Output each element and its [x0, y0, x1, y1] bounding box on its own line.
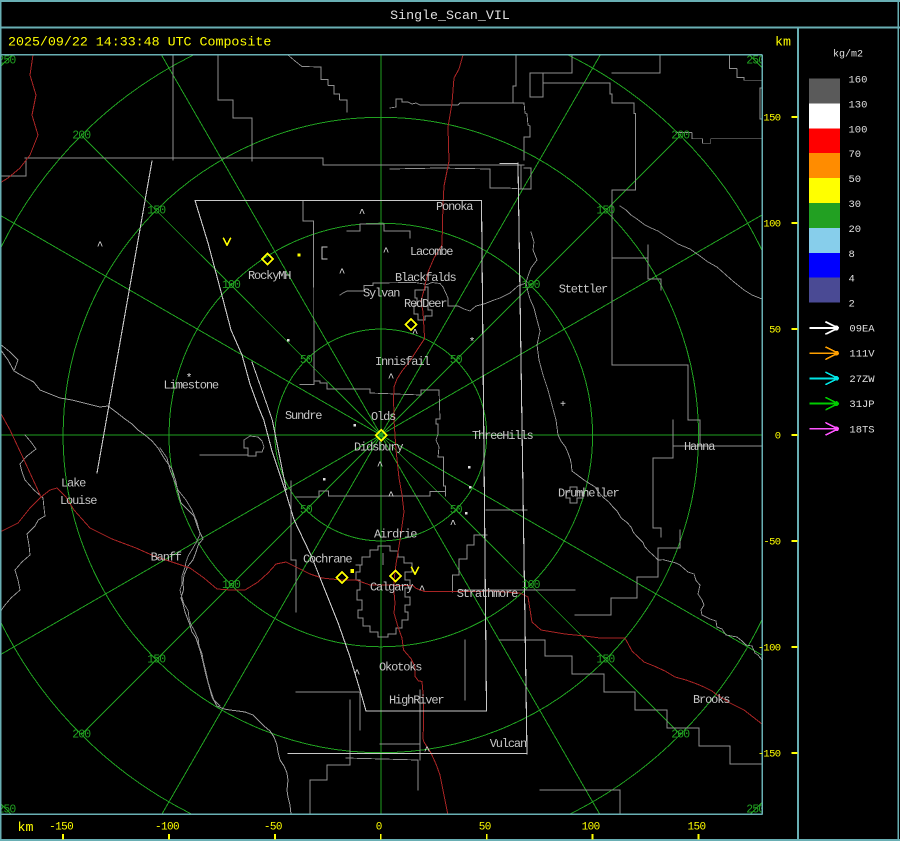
svg-text:Okotoks: Okotoks	[379, 661, 422, 675]
svg-text:100: 100	[222, 279, 241, 292]
svg-text:Single_Scan_VIL: Single_Scan_VIL	[390, 8, 510, 23]
svg-text:-50: -50	[763, 537, 780, 549]
svg-text:100: 100	[522, 579, 541, 592]
svg-text:Innisfail: Innisfail	[375, 355, 430, 369]
svg-text:250: 250	[0, 55, 16, 68]
svg-text:Didsbury: Didsbury	[354, 441, 403, 455]
svg-text:200: 200	[671, 130, 690, 143]
svg-text:+: +	[560, 400, 566, 411]
svg-text:100: 100	[222, 579, 241, 592]
svg-text:0: 0	[376, 822, 382, 834]
svg-text:160: 160	[849, 75, 868, 87]
svg-text:50: 50	[479, 822, 491, 834]
svg-text:^: ^	[339, 268, 346, 280]
svg-text:Blackfalds: Blackfalds	[395, 271, 456, 285]
svg-text:Sylvan: Sylvan	[363, 287, 400, 301]
svg-text:^: ^	[97, 241, 104, 253]
svg-text:150: 150	[147, 654, 166, 667]
svg-text:RedDeer: RedDeer	[404, 297, 447, 311]
svg-text:50: 50	[450, 354, 463, 367]
svg-text:*: *	[469, 337, 476, 349]
svg-text:Strathmore: Strathmore	[457, 587, 518, 601]
svg-text:50: 50	[450, 504, 463, 517]
svg-text:100: 100	[582, 822, 600, 834]
svg-text:200: 200	[72, 130, 91, 143]
svg-text:Cochrane: Cochrane	[303, 553, 352, 567]
svg-text:^: ^	[383, 247, 390, 259]
svg-text:HighRiver: HighRiver	[389, 694, 444, 708]
svg-text:Banff: Banff	[151, 551, 182, 565]
svg-text:^: ^	[354, 669, 361, 681]
svg-text:150: 150	[763, 113, 780, 125]
svg-text:70: 70	[849, 149, 862, 161]
svg-text:50: 50	[849, 174, 862, 186]
svg-text:^: ^	[450, 520, 457, 532]
svg-text:-100: -100	[155, 822, 179, 834]
svg-text:^: ^	[388, 491, 395, 503]
svg-text:Brooks: Brooks	[693, 693, 730, 707]
svg-text:Vulcan: Vulcan	[490, 737, 527, 751]
svg-text:200: 200	[72, 729, 91, 742]
svg-text:27ZW: 27ZW	[849, 374, 875, 386]
svg-text:100: 100	[522, 279, 541, 292]
svg-text:Calgary: Calgary	[370, 581, 413, 595]
svg-text:Hanna: Hanna	[684, 440, 715, 454]
svg-text:-50: -50	[264, 822, 282, 834]
svg-text:^: ^	[359, 209, 366, 221]
svg-text:^: ^	[424, 746, 431, 758]
svg-text:100: 100	[849, 124, 868, 136]
svg-text:Airdrie: Airdrie	[374, 528, 417, 542]
svg-text:20: 20	[849, 224, 862, 236]
svg-text:ThreeHills: ThreeHills	[472, 429, 533, 443]
svg-text:Lake: Lake	[61, 477, 86, 491]
svg-text:Sundre: Sundre	[285, 409, 322, 423]
svg-text:Olds: Olds	[371, 410, 396, 424]
svg-text:150: 150	[687, 822, 705, 834]
svg-text:09EA: 09EA	[849, 324, 875, 336]
svg-text:50: 50	[769, 325, 781, 337]
svg-text:*: *	[186, 373, 193, 385]
svg-text:100: 100	[763, 219, 780, 231]
svg-text:50: 50	[300, 504, 313, 517]
svg-text:Lacombe: Lacombe	[410, 245, 453, 259]
svg-text:Louise: Louise	[60, 494, 97, 508]
svg-text:Stettler: Stettler	[559, 283, 608, 297]
svg-text:^: ^	[388, 373, 395, 385]
svg-text:150: 150	[596, 204, 615, 217]
svg-text:km: km	[18, 820, 34, 835]
svg-text:kg/m2: kg/m2	[833, 49, 863, 61]
svg-text:150: 150	[596, 654, 615, 667]
svg-text:31JP: 31JP	[849, 399, 874, 411]
svg-text:8: 8	[849, 249, 855, 261]
svg-text:0: 0	[775, 431, 781, 443]
svg-text:4: 4	[849, 274, 855, 286]
svg-text:Ponoka: Ponoka	[436, 200, 473, 214]
svg-text:-150: -150	[49, 822, 73, 834]
svg-text:130: 130	[849, 99, 868, 111]
svg-text:^: ^	[419, 585, 426, 597]
svg-text:2025/09/22 14:33:48 UTC Compos: 2025/09/22 14:33:48 UTC Composite	[8, 35, 271, 50]
svg-text:^: ^	[412, 329, 419, 341]
svg-text:18TS: 18TS	[849, 424, 874, 436]
svg-text:-150: -150	[758, 749, 781, 761]
svg-text:30: 30	[849, 199, 862, 211]
svg-text:RockyMH: RockyMH	[248, 269, 291, 283]
svg-text:111V: 111V	[849, 349, 875, 361]
svg-text:150: 150	[147, 204, 166, 217]
svg-text:^: ^	[377, 461, 384, 473]
svg-text:Drumheller: Drumheller	[558, 487, 619, 501]
svg-text:2: 2	[849, 299, 855, 311]
svg-text:-100: -100	[758, 643, 781, 655]
svg-text:200: 200	[671, 729, 690, 742]
svg-text:50: 50	[300, 354, 313, 367]
svg-text:km: km	[775, 35, 791, 50]
